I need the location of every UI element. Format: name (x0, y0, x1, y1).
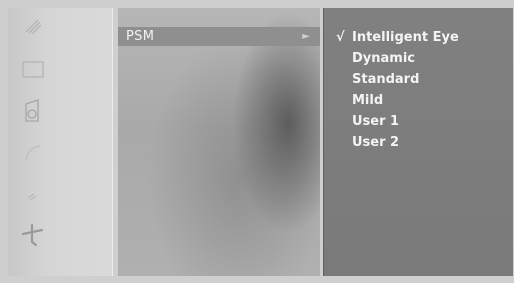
submenu-item-mild[interactable]: Mild (352, 92, 383, 109)
special-icon[interactable] (18, 180, 48, 210)
submenu-item-user-1[interactable]: User 1 (352, 113, 399, 130)
picture-menu-panel: PSM ► (118, 8, 320, 276)
menu-item-psm[interactable]: PSM ► (118, 27, 320, 46)
time-icon[interactable] (18, 138, 48, 168)
setup-icon[interactable] (18, 220, 48, 250)
menu-item-label: PSM (126, 29, 155, 44)
submenu-item-label: User 1 (352, 114, 400, 129)
category-icon-column (8, 8, 113, 276)
submenu-arrow-icon: ► (302, 31, 310, 42)
submenu-item-standard[interactable]: Standard (352, 71, 419, 88)
submenu-item-label: Standard (352, 72, 420, 87)
psm-submenu-panel: √ Intelligent Eye Dynamic Standard Mild … (323, 8, 513, 276)
submenu-item-label: User 2 (352, 135, 400, 150)
submenu-item-label: Dynamic (352, 51, 416, 66)
check-icon: √ (336, 30, 345, 45)
submenu-item-label: Mild (352, 93, 384, 108)
submenu-item-user-2[interactable]: User 2 (352, 134, 399, 151)
submenu-item-intelligent-eye[interactable]: √ Intelligent Eye (336, 29, 459, 46)
sound-icon[interactable] (18, 96, 48, 126)
picture-icon[interactable] (18, 54, 48, 84)
channel-icon[interactable] (18, 12, 48, 42)
tv-osd-screen: PSM ► √ Intelligent Eye Dynamic Standard… (0, 0, 514, 283)
submenu-item-label: Intelligent Eye (352, 30, 459, 45)
submenu-item-dynamic[interactable]: Dynamic (352, 50, 415, 67)
